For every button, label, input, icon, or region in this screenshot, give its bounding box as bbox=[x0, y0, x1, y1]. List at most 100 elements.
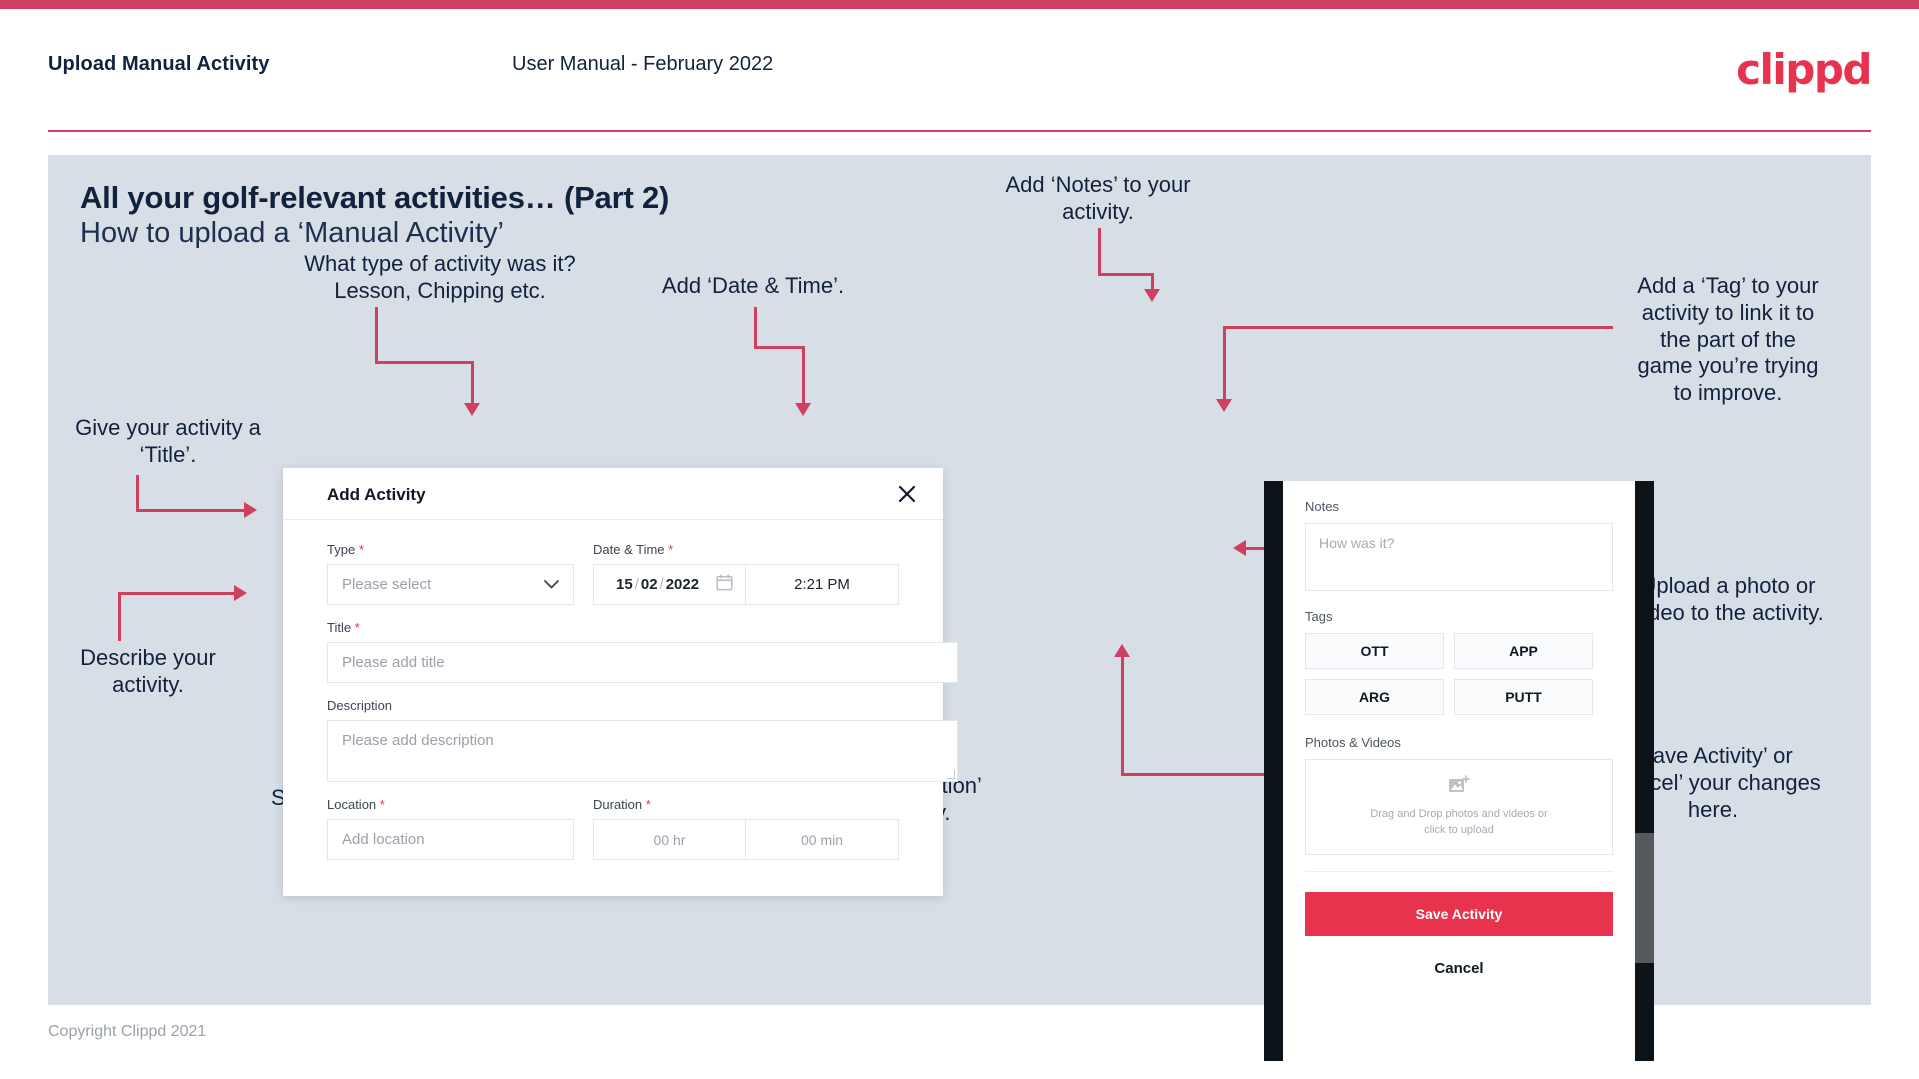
photos-label: Photos & Videos bbox=[1305, 735, 1401, 750]
tag-putt[interactable]: PUTT bbox=[1454, 679, 1593, 715]
tags-group: OTT APP ARG PUTT bbox=[1305, 633, 1613, 715]
required-marker: * bbox=[358, 542, 364, 557]
annotation-title: Give your activity a ‘Title’. bbox=[75, 415, 261, 467]
field-location: Location * Add location bbox=[327, 797, 574, 860]
date-sep-2: / bbox=[659, 576, 664, 593]
location-placeholder: Add location bbox=[342, 831, 425, 848]
slide-title: All your golf-relevant activities… (Part… bbox=[80, 180, 670, 215]
duration-hours-input[interactable]: 00 hr bbox=[593, 819, 746, 860]
phone-right-bezel bbox=[1635, 481, 1654, 1061]
field-label-location-text: Location bbox=[327, 797, 377, 812]
date-year: 2022 bbox=[665, 576, 700, 593]
annotation-description: Describe your activity. bbox=[80, 645, 216, 697]
field-label-type: Type * bbox=[327, 542, 574, 557]
dialog-body: Type * Please select Date & Time * 15 / … bbox=[283, 520, 958, 860]
connector-title-h bbox=[136, 509, 246, 512]
annotation-notes: Add ‘Notes’ to your activity. bbox=[1005, 172, 1191, 224]
page-header: Upload Manual Activity User Manual - Feb… bbox=[0, 9, 1919, 132]
connector-description-arrow bbox=[234, 585, 247, 601]
connector-datetime-arrow bbox=[795, 403, 811, 416]
field-label-duration: Duration * bbox=[593, 797, 899, 812]
description-textarea[interactable]: Please add description bbox=[327, 720, 958, 782]
date-month: 02 bbox=[640, 576, 658, 593]
phone-side-button[interactable] bbox=[1635, 833, 1654, 963]
time-value: 2:21 PM bbox=[794, 576, 850, 593]
dropzone-line-2: click to upload bbox=[1424, 824, 1494, 836]
notes-input[interactable]: How was it? bbox=[1305, 523, 1613, 591]
phone-divider bbox=[1305, 871, 1613, 872]
footer-copyright: Copyright Clippd 2021 bbox=[48, 1023, 207, 1040]
required-marker: * bbox=[354, 620, 360, 635]
annotation-datetime: Add ‘Date & Time’. bbox=[661, 273, 845, 298]
slide-canvas: All your golf-relevant activities… (Part… bbox=[48, 155, 1871, 1061]
field-label-location: Location * bbox=[327, 797, 574, 812]
connector-title-arrow bbox=[244, 502, 257, 518]
header-divider bbox=[48, 130, 1871, 132]
date-sep-1: / bbox=[634, 576, 639, 593]
location-input[interactable]: Add location bbox=[327, 819, 574, 860]
dialog-header: Add Activity bbox=[283, 468, 943, 520]
chevron-down-icon bbox=[544, 577, 559, 592]
duration-hours-placeholder: 00 hr bbox=[653, 831, 686, 848]
connector-tags-arrow bbox=[1216, 399, 1232, 412]
time-input[interactable]: 2:21 PM bbox=[746, 564, 899, 605]
field-label-type-text: Type bbox=[327, 542, 356, 557]
duration-group: 00 hr 00 min bbox=[593, 819, 899, 860]
field-label-datetime: Date & Time * bbox=[593, 542, 899, 557]
connector-save-v bbox=[1121, 655, 1124, 775]
connector-notes-v1 bbox=[1098, 228, 1101, 276]
dropzone-text: Drag and Drop photos and videos or click… bbox=[1370, 807, 1547, 839]
notes-placeholder: How was it? bbox=[1319, 535, 1395, 551]
row-type-datetime: Type * Please select Date & Time * 15 / … bbox=[327, 542, 899, 605]
duration-minutes-input[interactable]: 00 min bbox=[746, 819, 899, 860]
field-datetime: Date & Time * 15/02/2022 2:21 PM bbox=[593, 542, 899, 605]
tag-ott[interactable]: OTT bbox=[1305, 633, 1444, 669]
field-description: Description Please add description bbox=[327, 698, 958, 782]
connector-type-h bbox=[375, 361, 474, 364]
field-label-title-text: Title bbox=[327, 620, 352, 635]
connector-photos-arrow bbox=[1233, 540, 1246, 556]
clippd-logo: clippd bbox=[1736, 45, 1872, 94]
mobile-phone-mockup: Notes How was it? Tags OTT APP ARG PUTT … bbox=[1264, 481, 1654, 1061]
field-label-datetime-text: Date & Time bbox=[593, 542, 665, 557]
date-input[interactable]: 15/02/2022 bbox=[593, 564, 746, 605]
connector-type-v1 bbox=[375, 307, 378, 364]
required-marker: * bbox=[645, 797, 651, 812]
type-select[interactable]: Please select bbox=[327, 564, 574, 605]
field-title: Title * Please add title bbox=[327, 620, 958, 683]
tag-arg[interactable]: ARG bbox=[1305, 679, 1444, 715]
datetime-group: 15/02/2022 2:21 PM bbox=[593, 564, 899, 605]
required-marker: * bbox=[668, 542, 674, 557]
page-title: Upload Manual Activity bbox=[48, 53, 270, 75]
slide-subtitle: How to upload a ‘Manual Activity’ bbox=[80, 217, 504, 249]
connector-notes-arrow bbox=[1144, 289, 1160, 302]
description-placeholder: Please add description bbox=[342, 732, 494, 749]
connector-type-v2 bbox=[471, 361, 474, 406]
title-input[interactable]: Please add title bbox=[327, 642, 958, 683]
close-icon[interactable] bbox=[893, 480, 921, 508]
connector-description-h bbox=[118, 592, 236, 595]
page-subtitle: User Manual - February 2022 bbox=[512, 53, 774, 75]
field-type: Type * Please select bbox=[327, 542, 574, 605]
required-marker: * bbox=[379, 797, 385, 812]
slide-page: Upload Manual Activity User Manual - Feb… bbox=[0, 0, 1919, 1079]
calendar-icon[interactable] bbox=[716, 574, 733, 595]
tag-app[interactable]: APP bbox=[1454, 633, 1593, 669]
tags-label: Tags bbox=[1305, 609, 1333, 624]
cancel-button[interactable]: Cancel bbox=[1305, 960, 1613, 977]
resize-handle-icon[interactable] bbox=[946, 770, 955, 779]
connector-title-v bbox=[136, 475, 139, 512]
type-select-placeholder: Please select bbox=[342, 576, 432, 593]
field-label-description-text: Description bbox=[327, 698, 393, 713]
top-accent-bar bbox=[0, 0, 1919, 9]
annotation-type: What type of activity was it? Lesson, Ch… bbox=[304, 251, 576, 303]
row-location-duration: Location * Add location Duration * 00 hr… bbox=[327, 797, 899, 860]
add-photo-icon bbox=[1448, 775, 1470, 800]
photo-dropzone[interactable]: Drag and Drop photos and videos or click… bbox=[1305, 759, 1613, 855]
connector-datetime-v2 bbox=[802, 346, 805, 406]
save-activity-button[interactable]: Save Activity bbox=[1305, 892, 1613, 936]
connector-description-v bbox=[118, 592, 121, 641]
duration-minutes-placeholder: 00 min bbox=[800, 831, 844, 848]
add-activity-dialog: Add Activity Type * Please select Date &… bbox=[283, 468, 958, 896]
connector-tags-h bbox=[1223, 326, 1613, 329]
